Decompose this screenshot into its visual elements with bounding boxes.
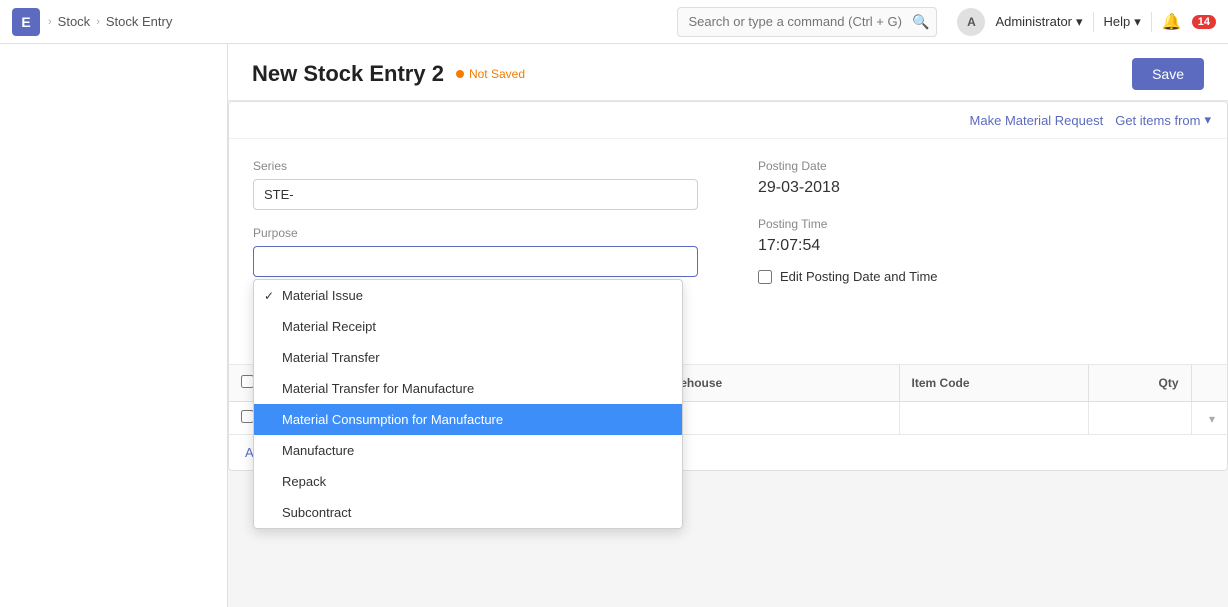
edit-posting-checkbox[interactable] — [758, 270, 772, 284]
dropdown-item-label: Material Consumption for Manufacture — [282, 412, 503, 427]
series-group: Series — [253, 159, 698, 210]
navbar: E › Stock › Stock Entry 🔍 A Administrato… — [0, 0, 1228, 44]
dropdown-item-material-transfer[interactable]: Material Transfer — [254, 342, 682, 373]
posting-time-label: Posting Time — [758, 217, 1203, 231]
form-section: Series Purpose ✓ Material Issue — [229, 139, 1227, 304]
purpose-label: Purpose — [253, 226, 698, 240]
admin-chevron-icon: ▾ — [1076, 14, 1083, 30]
content-card: Make Material Request Get items from ▾ S… — [228, 101, 1228, 471]
dropdown-item-subcontract[interactable]: Subcontract — [254, 497, 682, 528]
dropdown-item-label: Material Transfer for Manufacture — [282, 381, 474, 396]
posting-date-label: Posting Date — [758, 159, 1203, 173]
card-toolbar: Make Material Request Get items from ▾ — [229, 102, 1227, 139]
page-header: New Stock Entry 2 Not Saved Save — [228, 44, 1228, 101]
th-item-code: Item Code — [899, 365, 1088, 402]
app-logo[interactable]: E — [12, 8, 40, 36]
dropdown-item-repack[interactable]: Repack — [254, 466, 682, 497]
form-left: Series Purpose ✓ Material Issue — [253, 159, 698, 284]
posting-time-value: 17:07:54 — [758, 237, 1203, 255]
help-label: Help — [1104, 14, 1131, 29]
make-material-request-link[interactable]: Make Material Request — [970, 113, 1104, 128]
admin-dropdown-button[interactable]: Administrator ▾ — [995, 14, 1082, 30]
page-title: New Stock Entry 2 — [252, 61, 444, 87]
posting-date-value: 29-03-2018 — [758, 179, 1203, 197]
avatar[interactable]: A — [957, 8, 985, 36]
dropdown-item-label: Repack — [282, 474, 326, 489]
get-items-from-label: Get items from — [1115, 113, 1200, 128]
notification-badge[interactable]: 14 — [1192, 15, 1216, 29]
purpose-group: Purpose ✓ Material Issue Material Receip… — [253, 226, 698, 277]
series-label: Series — [253, 159, 698, 173]
dropdown-item-label: Material Issue — [282, 288, 363, 303]
breadcrumb-stock-entry[interactable]: Stock Entry — [106, 14, 172, 29]
dropdown-item-label: Material Transfer — [282, 350, 380, 365]
breadcrumb-chevron-1: › — [48, 16, 52, 28]
notification-bell-icon[interactable]: 🔔 — [1162, 12, 1182, 32]
series-input[interactable] — [253, 179, 698, 210]
save-button[interactable]: Save — [1132, 58, 1204, 90]
th-actions — [1191, 365, 1227, 402]
help-chevron-icon: ▾ — [1134, 14, 1141, 30]
purpose-input[interactable] — [253, 246, 698, 277]
posting-time-group: Posting Time 17:07:54 — [758, 217, 1203, 255]
purpose-dropdown: ✓ Material Issue Material Receipt Materi… — [253, 279, 683, 529]
td-qty[interactable] — [1088, 402, 1191, 435]
breadcrumb-stock[interactable]: Stock — [58, 14, 91, 29]
dropdown-item-material-issue[interactable]: ✓ Material Issue — [254, 280, 682, 311]
dropdown-item-material-transfer-manufacture[interactable]: Material Transfer for Manufacture — [254, 373, 682, 404]
edit-posting-row: Edit Posting Date and Time — [758, 269, 1203, 284]
search-wrap: 🔍 — [677, 7, 937, 37]
not-saved-label: Not Saved — [469, 67, 525, 81]
not-saved-dot — [456, 70, 464, 78]
dropdown-item-material-consumption[interactable]: Material Consumption for Manufacture — [254, 404, 682, 435]
nav-divider-1 — [1093, 12, 1094, 32]
nav-right: A Administrator ▾ Help ▾ 🔔 14 — [957, 8, 1216, 36]
check-mark-icon: ✓ — [264, 289, 274, 303]
search-input[interactable] — [677, 7, 937, 37]
breadcrumb: › Stock › Stock Entry — [48, 14, 172, 29]
posting-date-group: Posting Date 29-03-2018 — [758, 159, 1203, 197]
dropdown-item-material-receipt[interactable]: Material Receipt — [254, 311, 682, 342]
get-items-from-button[interactable]: Get items from ▾ — [1115, 112, 1211, 128]
purpose-input-wrap: ✓ Material Issue Material Receipt Materi… — [253, 246, 698, 277]
not-saved-badge: Not Saved — [456, 67, 525, 81]
dropdown-item-label: Material Receipt — [282, 319, 376, 334]
get-items-chevron-icon: ▾ — [1204, 112, 1211, 128]
dropdown-item-label: Subcontract — [282, 505, 351, 520]
admin-label: Administrator — [995, 14, 1072, 29]
dropdown-item-label: Manufacture — [282, 443, 354, 458]
search-icon: 🔍 — [912, 13, 929, 30]
td-row-actions: ▾ — [1191, 402, 1227, 435]
edit-posting-label: Edit Posting Date and Time — [780, 269, 938, 284]
nav-divider-2 — [1151, 12, 1152, 32]
td-item-code[interactable] — [899, 402, 1088, 435]
breadcrumb-chevron-2: › — [96, 16, 100, 28]
row-expand-icon[interactable]: ▾ — [1209, 412, 1215, 426]
sidebar — [0, 44, 228, 607]
help-dropdown-button[interactable]: Help ▾ — [1104, 14, 1141, 30]
th-qty: Qty — [1088, 365, 1191, 402]
dropdown-item-manufacture[interactable]: Manufacture — [254, 435, 682, 466]
main-content: Make Material Request Get items from ▾ S… — [228, 101, 1228, 511]
form-right: Posting Date 29-03-2018 Posting Time 17:… — [758, 159, 1203, 284]
